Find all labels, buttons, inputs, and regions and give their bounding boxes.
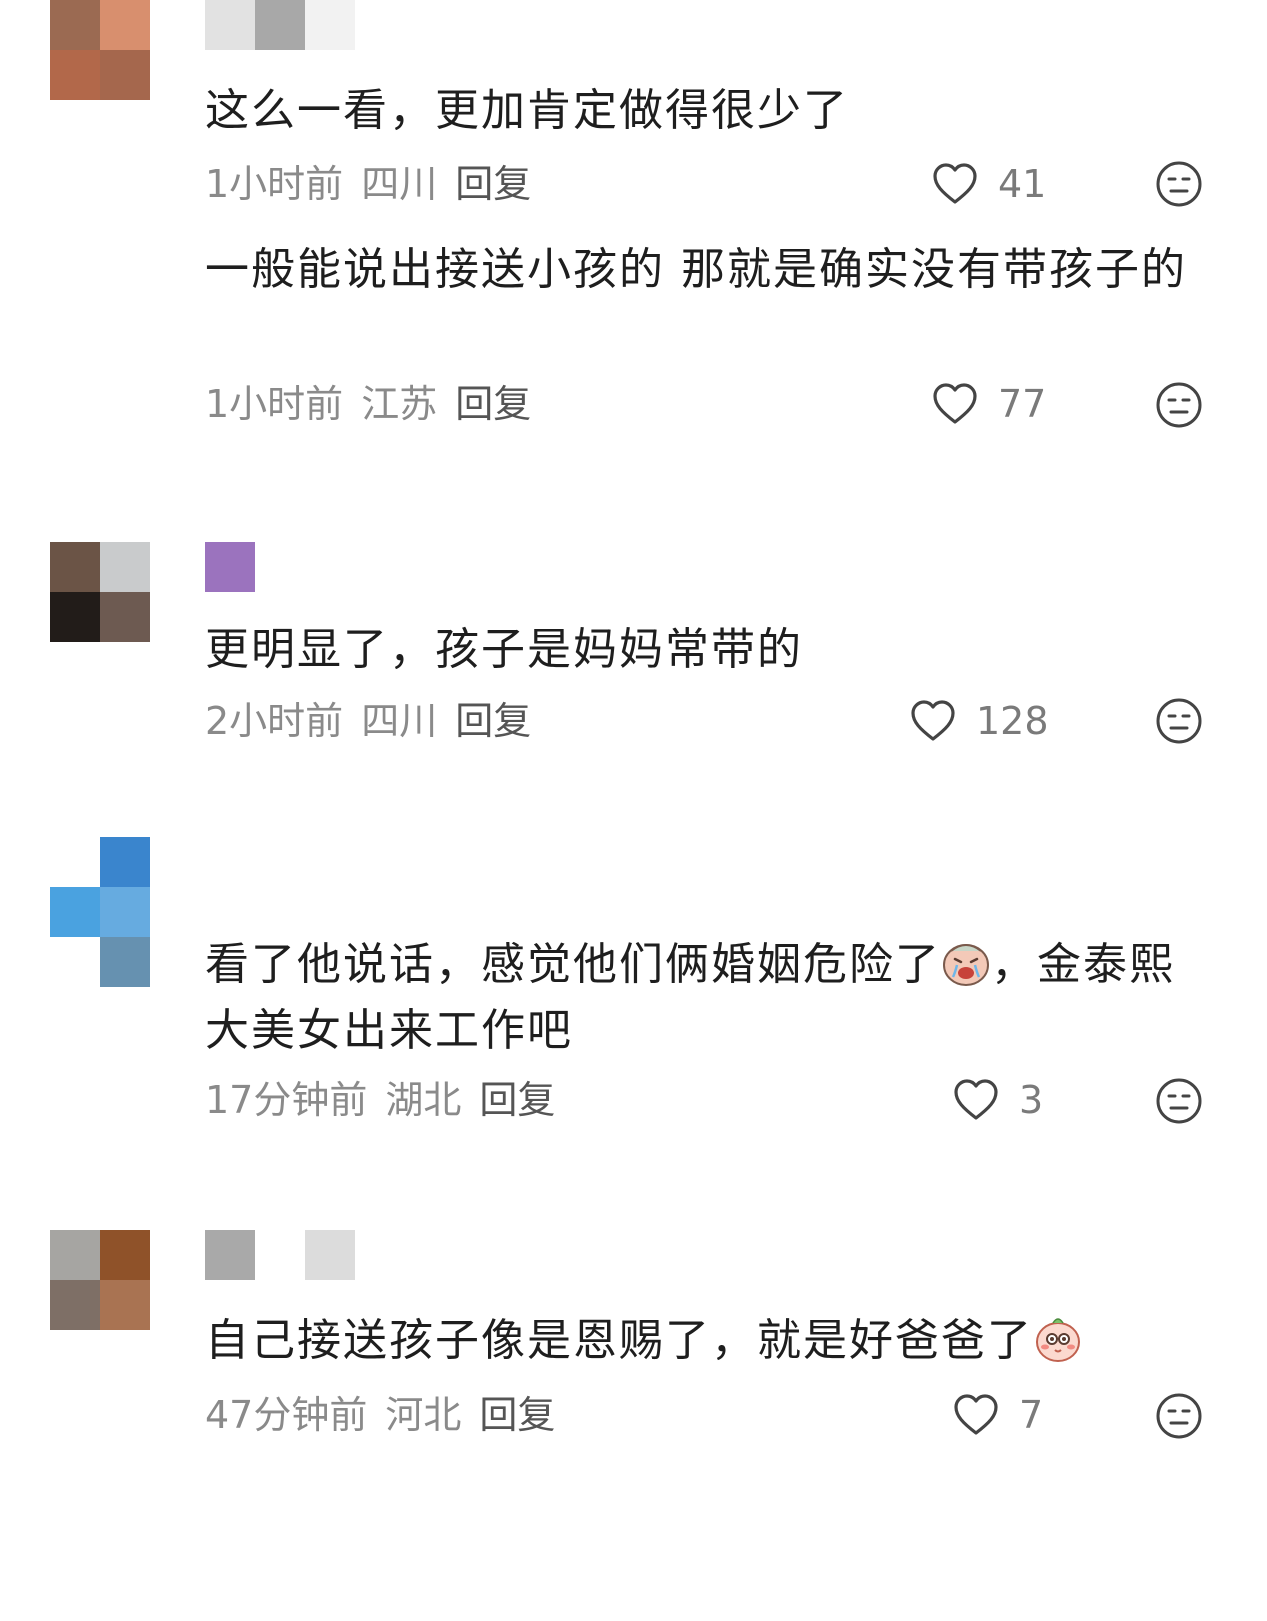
neutral-face-icon[interactable] (1155, 1077, 1203, 1125)
username-blurred[interactable] (205, 542, 255, 592)
comment-meta: 2小时前 四川 回复 (205, 697, 549, 745)
heart-outline-icon (911, 700, 955, 741)
heart-outline-icon (933, 383, 977, 424)
neutral-face-icon[interactable] (1155, 381, 1203, 429)
avatar[interactable] (50, 1230, 150, 1330)
comment-text: 自己接送孩子像是恩赐了，就是好爸爸了 (205, 1308, 1215, 1374)
comment-text: 看了他说话，感觉他们俩婚姻危险了 ，金泰熙大美女出来工作吧 (205, 939, 1175, 1056)
comment-location: 河北 (385, 1393, 462, 1437)
reply-button[interactable]: 回复 (455, 699, 531, 743)
username-blurred[interactable] (205, 1230, 355, 1280)
comment-time: 1小时前 (205, 382, 344, 426)
like-count: 41 (998, 162, 1047, 206)
neutral-face-icon[interactable] (1155, 160, 1203, 208)
comment-text: 这么一看，更加肯定做得很少了 (205, 85, 849, 136)
heart-outline-icon (954, 1079, 998, 1120)
comment-text: 一般能说出接送小孩的 那就是确实没有带孩子的 (205, 244, 1187, 295)
comment-meta: 47分钟前 河北 回复 (205, 1391, 573, 1439)
reply-button[interactable]: 回复 (479, 1393, 555, 1437)
like-count: 128 (976, 699, 1049, 743)
crying-face-sticker-icon (943, 944, 989, 986)
comment-time: 2小时前 (205, 699, 344, 743)
like-button[interactable]: 3 (953, 1076, 1043, 1124)
comment-time: 1小时前 (205, 162, 344, 206)
heart-outline-icon (954, 1394, 998, 1435)
heart-outline-icon (933, 163, 977, 204)
neutral-face-icon[interactable] (1155, 1392, 1203, 1440)
like-button[interactable]: 41 (932, 160, 1046, 208)
avatar[interactable] (50, 0, 150, 100)
neutral-face-icon[interactable] (1155, 697, 1203, 745)
comment-meta: 1小时前 四川 回复 (205, 160, 549, 208)
like-button[interactable]: 77 (932, 380, 1046, 428)
comment-text: 更明显了，孩子是妈妈常带的 (205, 624, 803, 675)
comment-location: 四川 (361, 699, 438, 743)
comment-location: 江苏 (361, 382, 438, 426)
like-button[interactable]: 7 (953, 1391, 1043, 1439)
reply-button[interactable]: 回复 (479, 1078, 555, 1122)
comment-time: 47分钟前 (205, 1393, 368, 1437)
comment-time: 17分钟前 (205, 1078, 368, 1122)
like-count: 7 (1019, 1393, 1044, 1437)
avatar[interactable] (50, 542, 150, 642)
avatar[interactable] (50, 837, 150, 987)
comment-location: 四川 (361, 162, 438, 206)
blushing-face-sticker-icon (1036, 1318, 1080, 1362)
reply-button[interactable]: 回复 (455, 382, 531, 426)
reply-button[interactable]: 回复 (455, 162, 531, 206)
comment-meta: 17分钟前 湖北 回复 (205, 1076, 573, 1124)
username-blurred[interactable] (205, 0, 355, 50)
like-count: 77 (998, 382, 1047, 426)
comment-location: 湖北 (385, 1078, 462, 1122)
like-count: 3 (1019, 1078, 1044, 1122)
like-button[interactable]: 128 (910, 697, 1049, 745)
comment-meta: 1小时前 江苏 回复 (205, 380, 549, 428)
